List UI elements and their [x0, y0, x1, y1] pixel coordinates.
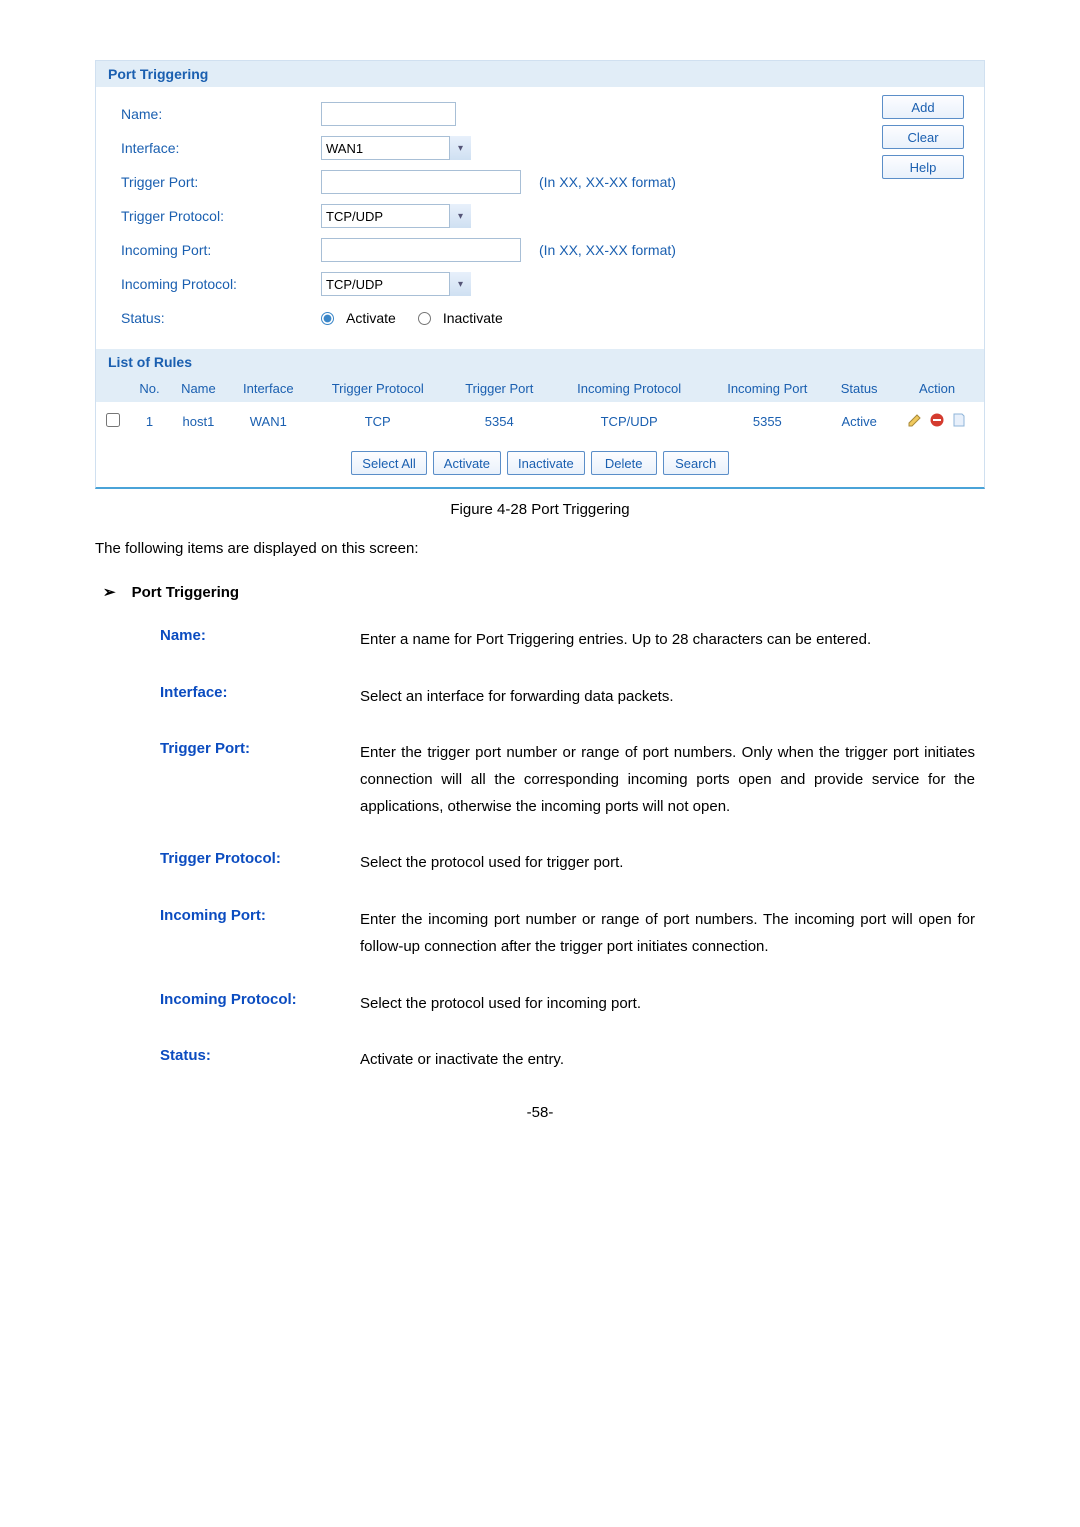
- label-status: Status:: [121, 310, 321, 326]
- clear-button[interactable]: Clear: [882, 125, 964, 149]
- name-input[interactable]: [321, 102, 456, 126]
- definition-item: Trigger Protocol: Select the protocol us…: [160, 850, 975, 877]
- definition-item: Status: Activate or inactivate the entry…: [160, 1047, 975, 1074]
- select-all-button[interactable]: Select All: [351, 451, 426, 475]
- def-desc: Select the protocol used for trigger por…: [360, 850, 975, 877]
- def-desc: Enter the incoming port number or range …: [360, 907, 975, 960]
- def-term: Interface:: [160, 684, 360, 711]
- def-desc: Enter a name for Port Triggering entries…: [360, 627, 975, 654]
- definition-item: Interface: Select an interface for forwa…: [160, 684, 975, 711]
- page-number: -58-: [95, 1104, 985, 1121]
- th-trigger-protocol: Trigger Protocol: [309, 375, 447, 402]
- bullet-heading-row: ➢ Port Triggering: [95, 583, 985, 601]
- cell-incoming-port: 5355: [706, 402, 828, 441]
- th-name: Name: [169, 375, 228, 402]
- row-checkbox[interactable]: [106, 413, 120, 427]
- th-trigger-port: Trigger Port: [447, 375, 552, 402]
- trigger-port-input[interactable]: [321, 170, 521, 194]
- bottom-button-row: Select All Activate Inactivate Delete Se…: [96, 441, 984, 487]
- status-activate-label: Activate: [346, 310, 396, 326]
- def-term: Trigger Port:: [160, 740, 360, 820]
- side-buttons: Add Clear Help: [882, 95, 964, 179]
- section-title-list-of-rules: List of Rules: [96, 349, 984, 375]
- label-interface: Interface:: [121, 140, 321, 156]
- intro-text: The following items are displayed on thi…: [95, 540, 985, 557]
- label-trigger-port: Trigger Port:: [121, 174, 321, 190]
- edit-icon[interactable]: [907, 412, 923, 431]
- bullet-heading: Port Triggering: [132, 584, 240, 601]
- activate-button[interactable]: Activate: [433, 451, 501, 475]
- status-inactivate-label: Inactivate: [443, 310, 503, 326]
- definition-item: Incoming Protocol: Select the protocol u…: [160, 991, 975, 1018]
- delete-button[interactable]: Delete: [591, 451, 657, 475]
- info-icon[interactable]: [951, 412, 967, 431]
- th-no: No.: [130, 375, 169, 402]
- add-button[interactable]: Add: [882, 95, 964, 119]
- incoming-port-input[interactable]: [321, 238, 521, 262]
- table-row: 1 host1 WAN1 TCP 5354 TCP/UDP 5355 Activ…: [96, 402, 984, 441]
- def-term: Incoming Protocol:: [160, 991, 360, 1018]
- th-action: Action: [890, 375, 984, 402]
- trigger-protocol-select[interactable]: TCP/UDP: [321, 204, 471, 228]
- cell-name: host1: [169, 402, 228, 441]
- definition-item: Incoming Port: Enter the incoming port n…: [160, 907, 975, 960]
- def-term: Name:: [160, 627, 360, 654]
- label-incoming-protocol: Incoming Protocol:: [121, 276, 321, 292]
- hint-incoming-port: (In XX, XX-XX format): [539, 242, 676, 258]
- def-desc: Select the protocol used for incoming po…: [360, 991, 975, 1018]
- rules-table: No. Name Interface Trigger Protocol Trig…: [96, 375, 984, 441]
- label-incoming-port: Incoming Port:: [121, 242, 321, 258]
- definition-item: Trigger Port: Enter the trigger port num…: [160, 740, 975, 820]
- def-desc: Activate or inactivate the entry.: [360, 1047, 975, 1074]
- delete-icon[interactable]: [929, 412, 945, 431]
- hint-trigger-port: (In XX, XX-XX format): [539, 174, 676, 190]
- figure-caption: Figure 4-28 Port Triggering: [95, 501, 985, 518]
- interface-select[interactable]: WAN1: [321, 136, 471, 160]
- definition-item: Name: Enter a name for Port Triggering e…: [160, 627, 975, 654]
- label-name: Name:: [121, 106, 321, 122]
- def-term: Incoming Port:: [160, 907, 360, 960]
- th-interface: Interface: [228, 375, 309, 402]
- port-triggering-panel: Port Triggering Add Clear Help Name: Int…: [95, 60, 985, 489]
- cell-no: 1: [130, 402, 169, 441]
- def-desc: Enter the trigger port number or range o…: [360, 740, 975, 820]
- bullet-icon: ➢: [103, 583, 116, 601]
- form-area: Add Clear Help Name: Interface: WAN1 ▾: [96, 87, 984, 349]
- cell-interface: WAN1: [228, 402, 309, 441]
- cell-trigger-port: 5354: [447, 402, 552, 441]
- definitions-list: Name: Enter a name for Port Triggering e…: [95, 627, 985, 1074]
- cell-status: Active: [828, 402, 890, 441]
- incoming-protocol-select[interactable]: TCP/UDP: [321, 272, 471, 296]
- th-status: Status: [828, 375, 890, 402]
- cell-incoming-protocol: TCP/UDP: [552, 402, 707, 441]
- th-incoming-port: Incoming Port: [706, 375, 828, 402]
- help-button[interactable]: Help: [882, 155, 964, 179]
- def-term: Status:: [160, 1047, 360, 1074]
- label-trigger-protocol: Trigger Protocol:: [121, 208, 321, 224]
- cell-trigger-protocol: TCP: [309, 402, 447, 441]
- def-desc: Select an interface for forwarding data …: [360, 684, 975, 711]
- status-inactivate-radio[interactable]: [418, 312, 431, 325]
- search-button[interactable]: Search: [663, 451, 729, 475]
- def-term: Trigger Protocol:: [160, 850, 360, 877]
- inactivate-button[interactable]: Inactivate: [507, 451, 585, 475]
- status-activate-radio[interactable]: [321, 312, 334, 325]
- th-incoming-protocol: Incoming Protocol: [552, 375, 707, 402]
- section-title-port-triggering: Port Triggering: [96, 61, 984, 87]
